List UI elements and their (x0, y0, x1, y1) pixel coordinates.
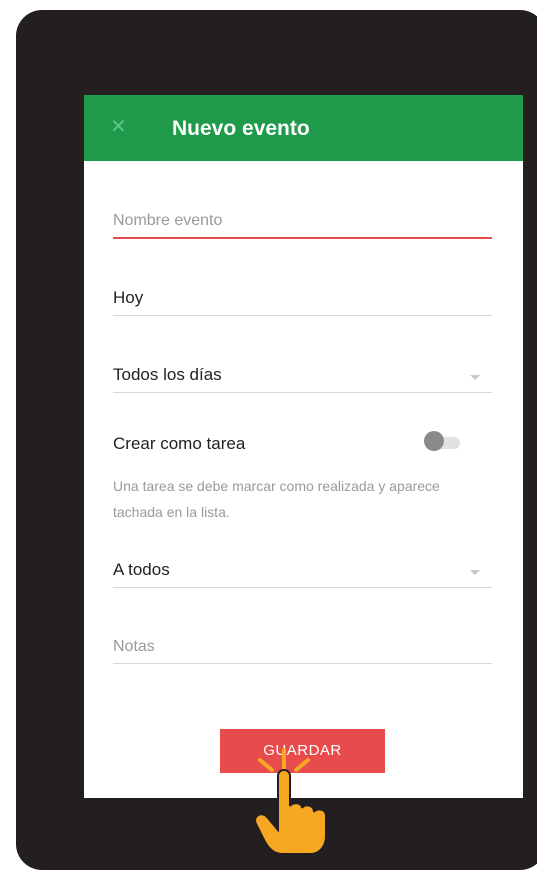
create-task-toggle[interactable] (424, 431, 460, 451)
event-name-placeholder: Nombre evento (113, 212, 223, 229)
app-screen: ✕ Nuevo evento Nombre evento Hoy Todos l… (84, 95, 523, 798)
notes-placeholder: Notas (113, 638, 155, 655)
close-icon[interactable]: ✕ (110, 113, 127, 141)
assign-value: A todos (113, 560, 170, 579)
app-bar: ✕ Nuevo evento (84, 95, 523, 161)
task-help-text: Una tarea se debe marcar como realizada … (113, 478, 440, 520)
repeat-select[interactable]: Todos los días (113, 352, 492, 393)
dropdown-arrow-icon (470, 570, 480, 575)
create-task-label: Crear como tarea (113, 434, 246, 453)
event-name-input[interactable]: Nombre evento (113, 197, 492, 239)
date-field[interactable]: Hoy (113, 275, 492, 316)
tap-hand-icon (254, 748, 327, 855)
notes-input[interactable]: Notas (113, 623, 492, 664)
assign-select[interactable]: A todos (113, 547, 492, 588)
dropdown-arrow-icon (470, 375, 480, 380)
date-value: Hoy (113, 288, 144, 307)
repeat-value: Todos los días (113, 365, 222, 384)
page-title: Nuevo evento (172, 117, 310, 140)
toggle-knob (424, 431, 444, 451)
